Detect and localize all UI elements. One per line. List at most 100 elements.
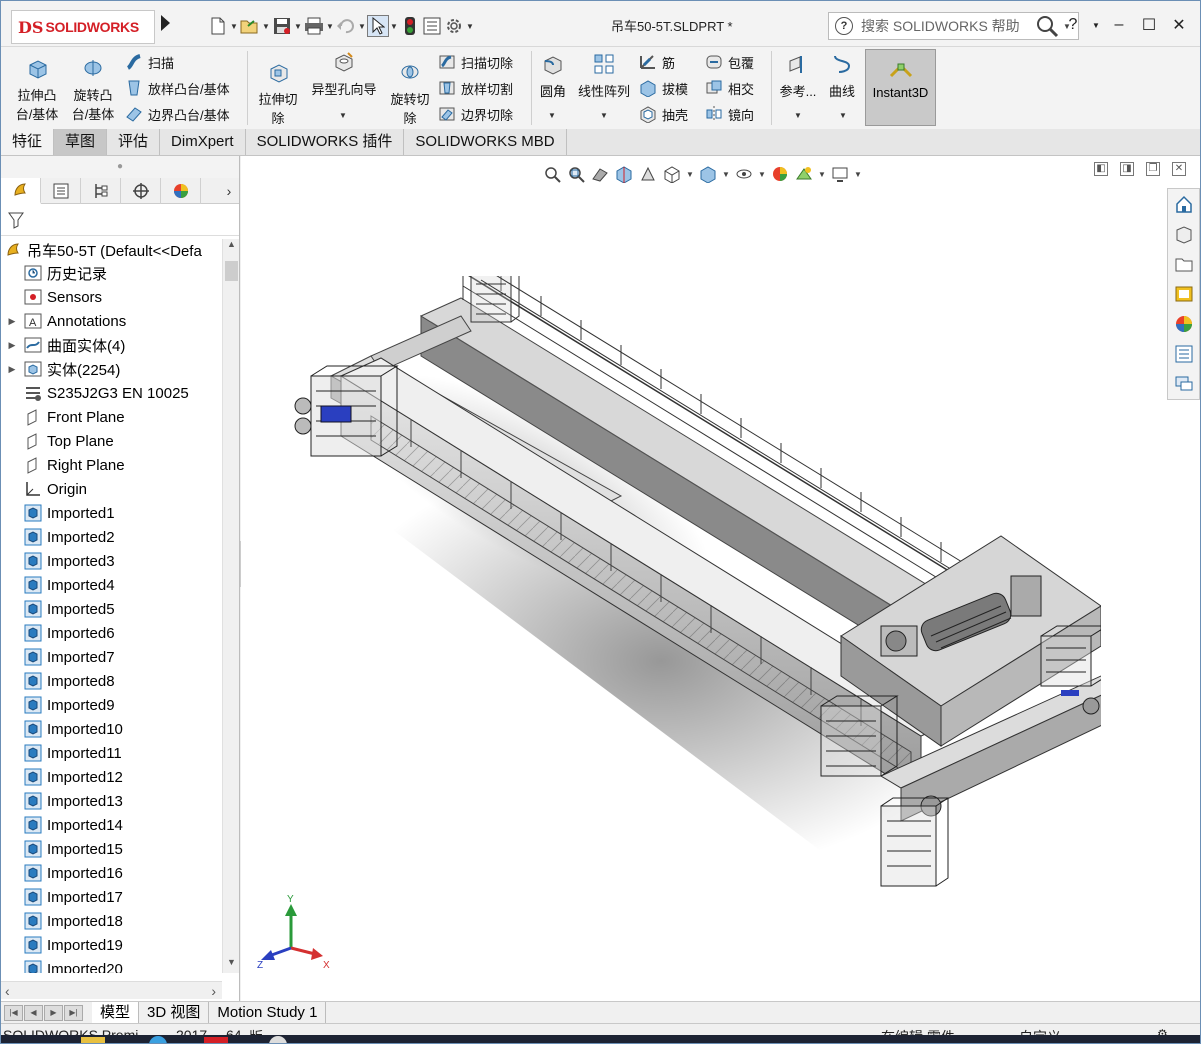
chevron-down-icon[interactable]: ▼ <box>293 22 303 31</box>
file-explorer-taskbar-icon[interactable] <box>81 1035 105 1044</box>
help-circle-icon[interactable]: ? <box>835 17 853 35</box>
file-explorer-icon[interactable] <box>1168 249 1199 279</box>
tab-features[interactable]: 特征 <box>1 129 55 155</box>
section-view-icon[interactable] <box>613 163 635 185</box>
linear-pattern-button[interactable]: 线性阵列 <box>573 53 635 101</box>
tree-root-part[interactable]: 吊车50-5T (Default<<Defa <box>1 239 222 261</box>
chevron-down-icon[interactable]: ▼ <box>839 111 847 120</box>
intersect-button[interactable]: 相交 <box>705 77 754 99</box>
collapse-left-icon[interactable]: ◧ <box>1094 162 1108 176</box>
tree-item[interactable]: Imported9 <box>1 693 222 717</box>
chevron-down-icon[interactable]: ▼ <box>853 170 863 179</box>
tree-item[interactable]: Imported4 <box>1 573 222 597</box>
minimize-icon[interactable]: – <box>1106 16 1132 34</box>
tree-item[interactable]: Imported19 <box>1 933 222 957</box>
collapse-right-icon[interactable]: ◨ <box>1120 162 1134 176</box>
tree-filter[interactable] <box>1 204 239 236</box>
last-tab-icon[interactable]: ▶| <box>64 1004 83 1021</box>
tree-item[interactable]: Imported2 <box>1 525 222 549</box>
solidworks-taskbar-icon[interactable] <box>204 1035 228 1044</box>
chevron-down-icon[interactable]: ▼ <box>389 22 399 31</box>
tree-item[interactable]: ▶ A Annotations <box>1 309 222 333</box>
lofted-cut-button[interactable]: 放样切割 <box>438 77 513 99</box>
chevron-down-icon[interactable]: ▼ <box>600 111 608 120</box>
chevron-down-icon[interactable]: ▼ <box>357 22 367 31</box>
tree-item[interactable]: Imported6 <box>1 621 222 645</box>
forum-icon[interactable] <box>1168 369 1199 399</box>
chevron-down-icon[interactable]: ▼ <box>721 170 731 179</box>
menu-expand-arrow-icon[interactable] <box>161 15 170 31</box>
tree-item[interactable]: Imported12 <box>1 765 222 789</box>
help-menu-button[interactable]: ? <box>1060 16 1086 34</box>
restore-window-icon[interactable]: ❐ <box>1146 162 1160 176</box>
zoom-to-fit-icon[interactable] <box>541 163 563 185</box>
swept-cut-button[interactable]: 扫描切除 <box>438 51 513 73</box>
tree-item[interactable]: ▶ 曲面实体(4) <box>1 333 222 357</box>
tab-evaluate[interactable]: 评估 <box>107 129 161 155</box>
scroll-left-icon[interactable]: ‹ <box>5 983 10 999</box>
tree-item[interactable]: Imported3 <box>1 549 222 573</box>
property-manager-tab-icon[interactable] <box>41 178 81 204</box>
hide-show-items-icon[interactable] <box>733 163 755 185</box>
rib-button[interactable]: 筋 <box>639 51 675 73</box>
reference-geometry-button[interactable]: 参考... <box>777 53 819 101</box>
view-settings-icon[interactable] <box>829 163 851 185</box>
tree-item[interactable]: Imported14 <box>1 813 222 837</box>
tree-item[interactable]: Imported7 <box>1 645 222 669</box>
extrude-boss-button[interactable]: 拉伸凸 台/基体 <box>11 57 63 124</box>
boundary-cut-button[interactable]: 边界切除 <box>438 103 513 125</box>
revolve-boss-button[interactable]: 旋转凸 台/基体 <box>67 57 119 124</box>
tree-item[interactable]: S235J2G3 EN 10025 <box>1 381 222 405</box>
help-search-box[interactable]: ? 搜索 SOLIDWORKS 帮助 ▼ <box>828 12 1079 40</box>
wrap-button[interactable]: 包覆 <box>705 51 754 73</box>
new-document-icon[interactable] <box>207 15 229 37</box>
chevron-down-icon[interactable]: ▼ <box>229 22 239 31</box>
view-palette-icon[interactable] <box>1168 279 1199 309</box>
custom-properties-icon[interactable] <box>1168 339 1199 369</box>
tab-dimxpert[interactable]: DimXpert <box>160 129 246 155</box>
shell-button[interactable]: 抽壳 <box>639 103 688 125</box>
tree-item[interactable]: Imported5 <box>1 597 222 621</box>
file-properties-icon[interactable] <box>421 15 443 37</box>
tree-item[interactable]: Front Plane <box>1 405 222 429</box>
tab-model[interactable]: 模型 <box>92 1002 140 1023</box>
mirror-button[interactable]: 镜向 <box>705 103 754 125</box>
tree-vertical-scrollbar[interactable]: ▲ ▼ <box>222 239 239 973</box>
expand-arrow-icon[interactable]: ▶ <box>1 316 23 327</box>
tree-item[interactable]: Right Plane <box>1 453 222 477</box>
graphics-area[interactable]: ▼ ▼ ▼ ▼ ▼ ◧ ◨ ❐ ✕ Y X Z <box>241 156 1200 1001</box>
scroll-up-icon[interactable]: ▲ <box>223 239 240 255</box>
edit-appearance-icon[interactable] <box>769 163 791 185</box>
previous-view-icon[interactable] <box>589 163 611 185</box>
dimxpert-manager-tab-icon[interactable] <box>121 178 161 204</box>
boundary-boss-button[interactable]: 边界凸台/基体 <box>125 103 230 125</box>
display-manager-tab-icon[interactable] <box>161 178 201 204</box>
extrude-cut-button[interactable]: 拉伸切 除 <box>254 61 302 128</box>
tree-item[interactable]: Sensors <box>1 285 222 309</box>
tree-item[interactable]: 历史记录 <box>1 261 222 285</box>
fillet-button[interactable]: 圆角 <box>535 53 571 101</box>
view-orientation-icon[interactable] <box>661 163 683 185</box>
chevron-down-icon[interactable]: ▼ <box>1090 21 1102 30</box>
solidworks-resources-home-icon[interactable] <box>1168 189 1199 219</box>
chevron-down-icon[interactable]: ▼ <box>465 22 475 31</box>
configuration-manager-tab-icon[interactable] <box>81 178 121 204</box>
dynamic-annotation-icon[interactable] <box>637 163 659 185</box>
draft-button[interactable]: 拔模 <box>639 77 688 99</box>
apply-scene-icon[interactable] <box>793 163 815 185</box>
expand-arrow-icon[interactable]: ▶ <box>1 340 23 351</box>
tree-item[interactable]: Imported13 <box>1 789 222 813</box>
curves-button[interactable]: 曲线 <box>823 53 861 101</box>
tree-item[interactable]: Imported1 <box>1 501 222 525</box>
scroll-right-icon[interactable]: › <box>211 983 216 999</box>
display-style-icon[interactable] <box>697 163 719 185</box>
chevron-down-icon[interactable]: ▼ <box>325 22 335 31</box>
chevron-down-icon[interactable]: ▼ <box>817 170 827 179</box>
instant3d-button[interactable]: Instant3D <box>865 49 936 126</box>
chevron-down-icon[interactable]: ▼ <box>548 111 556 120</box>
sweep-button[interactable]: 扫描 <box>125 51 174 73</box>
maximize-icon[interactable]: ☐ <box>1136 15 1162 35</box>
design-library-icon[interactable] <box>1168 219 1199 249</box>
user-taskbar-icon[interactable] <box>266 1035 290 1044</box>
chevron-right-icon[interactable]: › <box>219 178 239 203</box>
